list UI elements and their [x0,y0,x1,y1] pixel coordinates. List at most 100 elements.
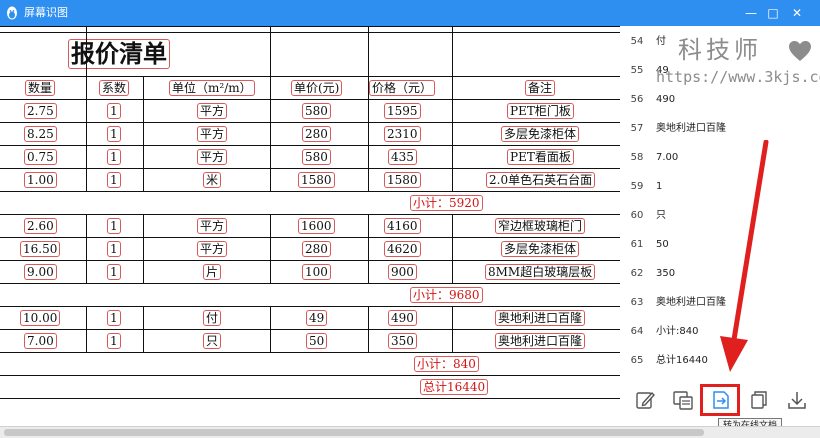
table-cell: 平方 [197,126,228,142]
table-grid-line [0,398,620,399]
table-cell: 1.00 [24,172,57,188]
table-grid-line [368,214,369,237]
table-grid-line [143,306,144,329]
window-title: 屏幕识图 [24,6,68,19]
table-cell: 580 [302,103,331,119]
table-grid-line [0,237,620,238]
table-cell: 1 [107,218,121,234]
horizontal-scrollbar[interactable] [0,426,820,438]
table-cell: 平方 [197,241,228,257]
table-grid-line [270,76,271,99]
result-text[interactable]: 奥地利进口百隆 [656,122,726,136]
subtotal-cell: 小计：840 [414,356,479,372]
result-index: 57 [630,123,644,134]
maximize-button[interactable]: □ [762,3,784,23]
red-arrow-annotation [720,140,769,372]
image-text-icon [673,391,693,410]
table-header-cell: 单位（m²/m） [169,80,255,96]
table-cell: 100 [302,264,331,280]
table-grid-line [0,329,620,330]
copy-icon [751,391,767,409]
watermark-url: https://www.3kjs.com [656,68,820,86]
result-row[interactable]: 57 奥地利进口百隆 [620,119,820,139]
result-index: 56 [630,94,644,105]
table-cell: 280 [302,126,331,142]
table-header-cell: 备注 [525,80,556,96]
table-grid-line [452,329,453,352]
table-grid-line [86,122,87,145]
result-text[interactable]: 小计:840 [656,325,698,339]
table-grid-line [368,122,369,145]
edit-icon [636,391,655,409]
heart-icon [789,41,811,61]
table-grid-line [270,260,271,283]
result-index: 63 [630,297,644,308]
result-index: 62 [630,268,644,279]
edit-button[interactable] [633,388,657,412]
table-grid-line [86,99,87,122]
table-grid-line [86,329,87,352]
table-grid-line [86,237,87,260]
image-text-button[interactable] [671,388,695,412]
table-cell: 多层免漆柜体 [501,241,580,257]
table-cell: 1 [107,126,121,142]
table-cell: 7.00 [24,333,57,349]
table-grid-line [143,237,144,260]
table-header-cell: 单价(元) [291,80,343,96]
table-cell: 多层免漆柜体 [501,126,580,142]
table-grid-line [452,122,453,145]
table-grid-line [452,145,453,168]
close-button[interactable]: ✕ [786,3,808,23]
result-text[interactable]: 50 [656,238,669,252]
table-grid-line [368,306,369,329]
title-bar: 屏幕识图 — □ ✕ [0,0,820,26]
table-grid-line [143,76,144,99]
table-grid-line [143,122,144,145]
table-cell: 8MM超白玻璃层板 [485,264,596,280]
result-text[interactable]: 7.00 [656,151,678,165]
minimize-button[interactable]: — [740,3,762,23]
result-text[interactable]: 350 [656,267,675,281]
table-grid-line [0,26,620,27]
table-grid-line [368,329,369,352]
scrollbar-thumb[interactable] [4,429,704,436]
result-text[interactable]: 1 [656,180,662,194]
table-grid-line [0,191,620,192]
table-cell: 2310 [384,126,421,142]
table-cell: 2.0单色石英石台面 [486,172,596,188]
table-grid-line [0,99,620,100]
table-cell: 490 [388,310,417,326]
result-index: 58 [630,152,644,163]
table-grid-line [86,214,87,237]
table-grid-line [368,145,369,168]
table-grid-line [270,237,271,260]
table-grid-line [270,214,271,237]
table-cell: 1 [107,103,121,119]
table-grid-line [143,99,144,122]
table-grid-line [0,168,620,169]
table-grid-line [0,352,620,353]
table-cell: 2.75 [24,103,57,119]
download-button[interactable] [785,388,809,412]
table-grid-line [368,26,369,76]
table-cell: 1580 [298,172,335,188]
table-grid-line [452,99,453,122]
table-grid-line [270,168,271,191]
table-grid-line [270,145,271,168]
table-grid-line [0,122,620,123]
table-cell: 窄边框玻璃柜门 [495,218,586,234]
result-text[interactable]: 只 [656,209,666,223]
table-grid-line [143,145,144,168]
subtotal-cell: 小计：9680 [410,287,483,303]
table-grid-line [270,99,271,122]
result-index: 64 [630,326,644,337]
table-grid-line [270,329,271,352]
table-cell: 8.25 [24,126,57,142]
table-cell: 平方 [197,149,228,165]
table-grid-line [368,260,369,283]
table-cell: 1 [107,333,121,349]
table-grid-line [0,283,620,284]
total-cell: 总计16440 [420,379,489,395]
table-cell: 米 [203,172,222,188]
copy-button[interactable] [747,388,771,412]
